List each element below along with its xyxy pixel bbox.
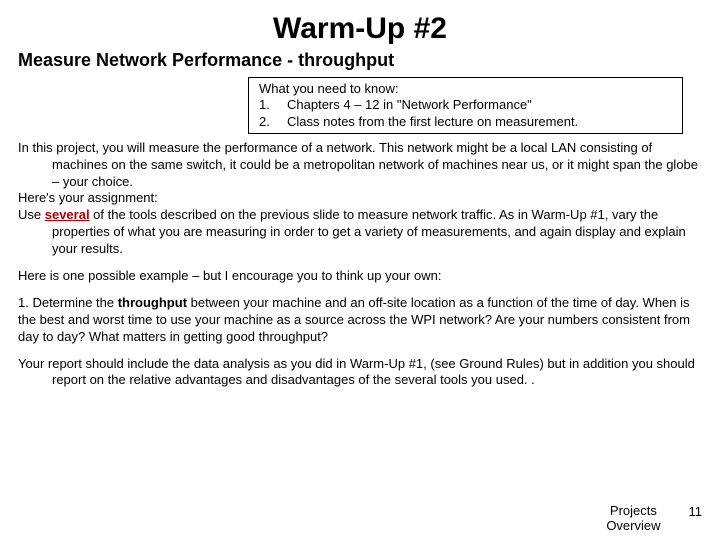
example-intro: Here is one possible example – but I enc… bbox=[18, 268, 702, 285]
assignment-block: In this project, you will measure the pe… bbox=[18, 140, 702, 258]
assignment-line: Here's your assignment: bbox=[18, 190, 702, 207]
report-line: Your report should include the data anal… bbox=[18, 356, 702, 390]
use-several-line: Use several of the tools described on th… bbox=[18, 207, 702, 258]
page-number: 11 bbox=[689, 504, 703, 519]
text-pre: Use bbox=[18, 207, 45, 222]
slide-subtitle: Measure Network Performance - throughput bbox=[18, 50, 702, 71]
body-text: In this project, you will measure the pe… bbox=[18, 140, 702, 390]
text-post: of the tools described on the previous s… bbox=[52, 207, 686, 256]
prereq-item: 2.Class notes from the first lecture on … bbox=[259, 114, 676, 130]
prerequisites-box: What you need to know: 1.Chapters 4 – 12… bbox=[248, 77, 683, 134]
intro-line: In this project, you will measure the pe… bbox=[18, 140, 702, 191]
slide-title: Warm-Up #2 bbox=[18, 12, 702, 46]
emphasis-several: several bbox=[45, 207, 90, 222]
footer-label: Projects Overview bbox=[606, 504, 660, 534]
footer-label-text: Projects Overview bbox=[606, 503, 660, 533]
prereq-num: 1. bbox=[259, 97, 287, 113]
report-requirements: Your report should include the data anal… bbox=[18, 356, 702, 390]
example-detail: 1. Determine the throughput between your… bbox=[18, 295, 702, 346]
prereq-header: What you need to know: bbox=[259, 81, 676, 97]
slide-footer: Projects Overview 11 bbox=[606, 504, 702, 534]
text-pre: 1. Determine the bbox=[18, 295, 118, 310]
prereq-num: 2. bbox=[259, 114, 287, 130]
bold-throughput: throughput bbox=[118, 295, 187, 310]
prereq-text: Class notes from the first lecture on me… bbox=[287, 114, 578, 129]
prereq-item: 1.Chapters 4 – 12 in "Network Performanc… bbox=[259, 97, 676, 113]
prereq-text: Chapters 4 – 12 in "Network Performance" bbox=[287, 97, 532, 112]
